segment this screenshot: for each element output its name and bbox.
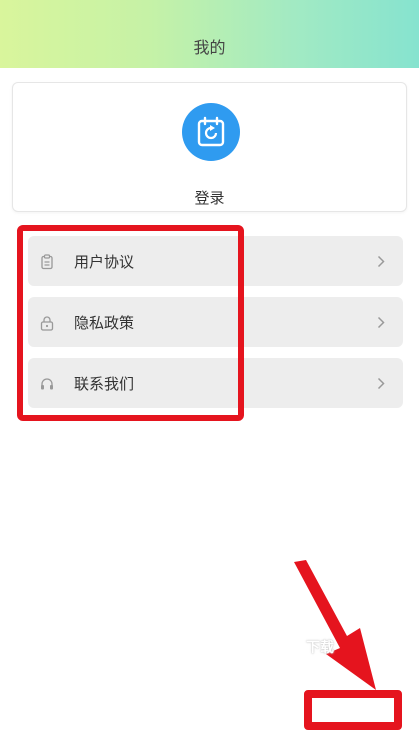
login-card[interactable]: 登录 <box>12 82 407 212</box>
avatar[interactable] <box>182 103 240 161</box>
page-title: 我的 <box>193 38 226 57</box>
chevron-right-icon <box>377 316 385 329</box>
target-highlight-box <box>304 690 402 730</box>
chevron-right-icon <box>377 255 385 268</box>
highlight-box <box>17 225 244 421</box>
chevron-right-icon <box>377 377 385 390</box>
login-label[interactable]: 登录 <box>13 187 406 208</box>
calendar-refresh-icon <box>197 116 225 147</box>
header-bar: 我的 <box>0 0 419 68</box>
download-label: 下载 <box>306 640 334 656</box>
pointer-arrow <box>294 560 376 690</box>
